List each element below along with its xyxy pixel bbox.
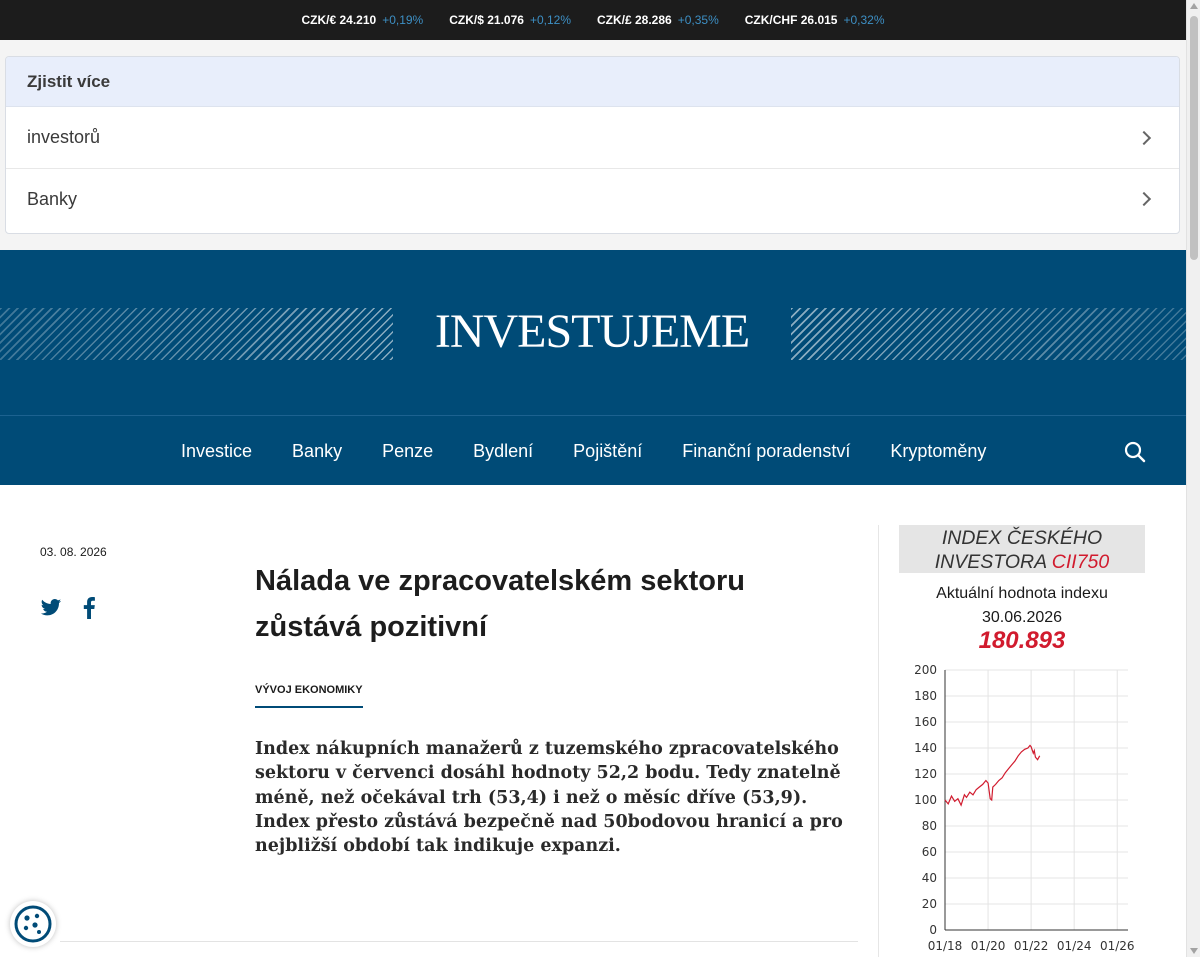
nav-item-pojisteni[interactable]: Pojištění [553,441,662,462]
chart-x-tick-label: 01/18 [928,939,963,953]
chevron-right-icon [1136,191,1152,207]
article-category-tag[interactable]: VÝVOJ EKONOMIKY [255,684,363,708]
ticker-change: +0,32% [843,13,885,27]
ticker-change: +0,12% [529,13,571,27]
chart-x-tick-label: 01/20 [971,939,1006,953]
article-headline: Nálada ve zpracovatelském sektoru zůstáv… [255,565,746,643]
article-perex: Index nákupních manažerů z tuzemského zp… [255,739,843,857]
index-widget-code: CII750 [1051,551,1110,573]
scrollbar-thumb[interactable] [1190,16,1198,260]
masthead: INVESTUJEME [0,250,1186,415]
cookie-settings-button[interactable] [10,901,56,947]
chart-series-line [944,744,1041,807]
chart-y-tick-label: 140 [914,741,937,755]
decorative-hatch [791,308,1186,360]
chart-y-tick-label: 80 [922,819,937,833]
twitter-icon[interactable] [40,598,62,618]
nav-item-bydleni[interactable]: Bydlení [453,441,553,462]
facebook-icon[interactable] [82,597,96,619]
learn-more-item-label: investorů [27,127,101,147]
index-chart: 0 20 40 60 80 100 120 140 160 180 200 01/18 01/20 01/… [914,663,1135,953]
cookie-icon [14,905,52,943]
ticker-change: +0,19% [382,13,424,27]
chart-x-tick-label: 01/26 [1100,939,1135,953]
ticker-item-chf[interactable]: CZK/CHF 26.015 +0,32% [745,13,885,27]
ticker-label: CZK/£ 28.286 [597,13,672,27]
chart-y-tick-label: 100 [914,793,937,807]
chart-y-tick-label: 40 [922,871,937,885]
index-widget-value: 180.893 [978,627,1066,654]
index-widget-title: INDEX ČESKÉHO INVESTORA CII750 [899,525,1145,573]
chart-y-tick-label: 160 [914,715,937,729]
chart-y-tick-label: 20 [922,897,937,911]
page: CZK/€ 24.210 +0,19% CZK/$ 21.076 +0,12% … [0,0,1200,957]
learn-more-item-investors[interactable]: investorů [6,107,1179,168]
chart-y-tick-label: 60 [922,845,937,859]
chart-y-tick-label: 180 [914,689,937,703]
ticker-label: CZK/€ 24.210 [301,13,377,27]
ticker-item-gbp[interactable]: CZK/£ 28.286 +0,35% [597,13,719,27]
chevron-right-icon [1136,130,1152,145]
learn-more-title: Zjistit více [6,57,1179,107]
index-widget-title-line1: INDEX ČESKÉHO [941,527,1103,549]
chart-y-tick-label: 0 [929,923,937,937]
currency-ticker: CZK/€ 24.210 +0,19% CZK/$ 21.076 +0,12% … [0,0,1186,40]
decorative-hatch [0,308,393,360]
ticker-label: CZK/$ 21.076 [449,13,524,27]
ticker-item-eur[interactable]: CZK/€ 24.210 +0,19% [301,13,423,27]
nav-item-investice[interactable]: Investice [161,441,272,462]
learn-more-panel: Zjistit více investorů Banky [5,56,1180,234]
nav-item-penze[interactable]: Penze [362,441,453,462]
article-date: 03. 08. 2026 [40,545,107,559]
divider [60,941,858,942]
divider [878,525,879,957]
index-widget-subtitle: Aktuální hodnota indexu 30.06.2026 [899,582,1145,630]
ticker-change: +0,35% [677,13,719,27]
index-widget-title-line2: INVESTORA CII750 [934,551,1110,573]
chart-y-tick-label: 120 [914,767,937,781]
ticker-label: CZK/CHF 26.015 [744,13,838,27]
nav-item-kryptomeny[interactable]: Kryptoměny [870,441,1006,462]
learn-more-item-banks[interactable]: Banky [6,168,1179,229]
search-icon[interactable] [1124,441,1146,463]
ticker-item-usd[interactable]: CZK/$ 21.076 +0,12% [449,13,571,27]
chart-x-tick-label: 01/22 [1014,939,1049,953]
learn-more-item-label: Banky [27,188,78,209]
nav-item-financni-poradenstvi[interactable]: Finanční poradenství [662,441,870,462]
site-logo[interactable]: INVESTUJEME [393,304,791,359]
nav-item-banky[interactable]: Banky [272,441,362,462]
chart-y-tick-label: 200 [914,663,937,677]
chart-x-tick-label: 01/24 [1057,939,1092,953]
scrollbar[interactable] [1186,0,1200,957]
index-widget-caption: Aktuální hodnota indexu [936,585,1108,602]
scroll-down-arrow-icon[interactable] [1190,948,1198,954]
scroll-up-arrow-icon[interactable] [1190,3,1198,9]
main-navigation: Investice Banky Penze Bydlení Pojištění … [0,415,1186,485]
